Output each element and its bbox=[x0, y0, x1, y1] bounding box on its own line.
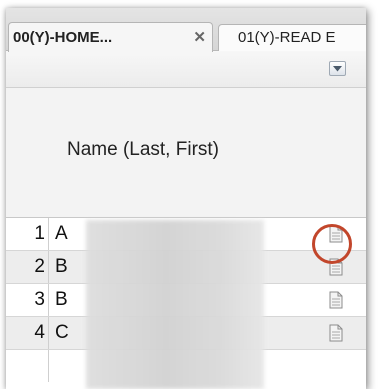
tab-home[interactable]: 00(Y)-HOME... ✕ bbox=[8, 22, 213, 52]
tab-read[interactable]: 01(Y)-READ E bbox=[218, 24, 366, 51]
column-menu-dropdown-button[interactable] bbox=[329, 61, 346, 76]
screenshot-frame: 00(Y)-HOME... ✕ 01(Y)-READ E Name (Last,… bbox=[0, 0, 382, 389]
tab-read-label: 01(Y)-READ E bbox=[238, 29, 336, 46]
document-icon[interactable] bbox=[329, 258, 343, 276]
document-icon[interactable] bbox=[329, 225, 343, 243]
row-number: 3 bbox=[6, 284, 49, 316]
document-icon[interactable] bbox=[329, 291, 343, 309]
blurred-redaction bbox=[86, 220, 264, 389]
row-number: 2 bbox=[6, 251, 49, 283]
close-icon[interactable]: ✕ bbox=[193, 23, 206, 52]
grid-toolbar bbox=[6, 51, 366, 88]
tab-strip: 00(Y)-HOME... ✕ 01(Y)-READ E bbox=[6, 8, 366, 52]
row-number: 1 bbox=[6, 218, 49, 250]
row-name: C bbox=[55, 322, 69, 343]
tab-home-label: 00(Y)-HOME... bbox=[13, 29, 113, 46]
row-name: B bbox=[55, 289, 68, 310]
row-number: 4 bbox=[6, 317, 49, 349]
row-number-empty bbox=[6, 350, 49, 382]
row-name: B bbox=[55, 256, 68, 277]
column-header-label: Name (Last, First) bbox=[66, 139, 220, 160]
grid-window: 00(Y)-HOME... ✕ 01(Y)-READ E Name (Last,… bbox=[6, 8, 366, 389]
row-name: A bbox=[55, 223, 68, 244]
chevron-down-icon bbox=[333, 66, 342, 72]
document-icon[interactable] bbox=[329, 324, 343, 342]
column-header-name[interactable]: Name (Last, First) bbox=[6, 88, 366, 218]
